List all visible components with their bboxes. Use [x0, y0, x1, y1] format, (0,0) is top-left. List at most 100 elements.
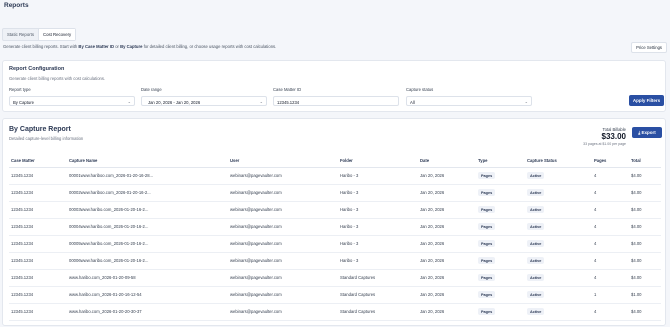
user-cell: webinars@pagevaulter.com: [228, 184, 338, 202]
pages-cell: 4: [592, 303, 629, 321]
table-row[interactable]: 12345.1234 00004www.haribo.com_2026-01-20…: [9, 218, 661, 236]
pages-cell: 4: [592, 218, 629, 236]
total-cell: $4.00: [629, 201, 661, 219]
capture-name-cell: www.haribo.com_2026-01-20-20-30-37: [67, 303, 228, 321]
case-matter-cell: 12345.1234: [9, 218, 67, 236]
column-header[interactable]: User: [228, 155, 338, 168]
date-cell: Jan 20, 2026: [418, 235, 476, 253]
case-matter-cell: 12345.1234: [9, 286, 67, 304]
report-type-label: Report type: [9, 87, 31, 92]
capture-name-cell: 00006www.haribo.com_2026-01-20-16-2...: [67, 252, 228, 270]
capture-status-cell: Active: [525, 184, 592, 202]
status-badge: Active: [527, 240, 545, 247]
type-cell: Pages: [476, 252, 525, 270]
subtitle-text-1: Generate client billing reports. Start w…: [3, 44, 79, 49]
tab-static-reports[interactable]: Static Reports: [3, 29, 38, 40]
folder-cell: Haribo - 3: [338, 218, 418, 236]
table-row[interactable]: 12345.1234 www.haribo.com_2026-01-20-09-5…: [9, 269, 661, 287]
capture-status-label: Capture status: [406, 87, 434, 92]
chevron-down-icon: ⌄: [127, 99, 131, 104]
table-row[interactable]: 12345.1234 00002www.hariboo.com_2026-01-2…: [9, 184, 661, 202]
user-cell: webinars@pagevaulter.com: [228, 269, 338, 287]
column-header[interactable]: Capture Name: [67, 155, 228, 168]
capture-status-cell: Active: [525, 167, 592, 185]
column-header[interactable]: Case Matter: [9, 155, 67, 168]
case-matter-cell: 12345.1234: [9, 184, 67, 202]
case-matter-cell: 12345.1234: [9, 167, 67, 185]
status-badge: Active: [527, 223, 545, 230]
table-row[interactable]: 12345.1234 00003www.haribo.com_2026-01-20…: [9, 201, 661, 219]
column-header[interactable]: Capture Status: [525, 155, 592, 168]
report-type-select[interactable]: By Capture ⌄: [9, 96, 135, 106]
date-range-field[interactable]: Jan 20, 2026 - Jan 20, 2026 ⌄: [141, 96, 267, 106]
pages-cell: 4: [592, 184, 629, 202]
subtitle-bold-1: By Case Matter ID: [78, 44, 115, 49]
table-row[interactable]: 12345.1234 00001www.hariboo.com_2026-01-2…: [9, 167, 661, 185]
type-cell: Pages: [476, 286, 525, 304]
case-matter-cell: 12345.1234: [9, 303, 67, 321]
type-cell: Pages: [476, 269, 525, 287]
user-cell: webinars@pagevaulter.com: [228, 167, 338, 185]
status-badge: Active: [527, 172, 545, 179]
type-badge: Pages: [478, 274, 496, 281]
type-cell: Pages: [476, 167, 525, 185]
type-cell: Pages: [476, 303, 525, 321]
capture-table: Case Matter Capture Name User Folder Dat…: [9, 155, 661, 321]
total-cell: $4.00: [629, 167, 661, 185]
pages-cell: 1: [592, 286, 629, 304]
total-cell: $4.00: [629, 235, 661, 253]
date-cell: Jan 20, 2026: [418, 184, 476, 202]
date-cell: Jan 20, 2026: [418, 286, 476, 304]
case-matter-cell: 12345.1234: [9, 235, 67, 253]
subtitle-text-3: for detailed client billing, or choose u…: [142, 44, 277, 49]
capture-status-cell: Active: [525, 269, 592, 287]
user-cell: webinars@pagevaulter.com: [228, 286, 338, 304]
user-cell: webinars@pagevaulter.com: [228, 201, 338, 219]
case-matter-id-input[interactable]: 12345.1234: [273, 96, 399, 106]
tab-cost-recovery[interactable]: Cost Recovery: [38, 29, 76, 40]
capture-name-cell: 00005www.haribo.com_2026-01-20-16-2...: [67, 235, 228, 253]
folder-cell: Standard Captures: [338, 269, 418, 287]
date-cell: Jan 20, 2026: [418, 269, 476, 287]
export-button[interactable]: ⤓ Export: [632, 127, 662, 138]
subtitle-bold-2: By Capture: [120, 44, 143, 49]
capture-status-select[interactable]: All ⌄: [406, 96, 532, 106]
capture-status-cell: Active: [525, 201, 592, 219]
column-header[interactable]: Total: [629, 155, 661, 168]
column-header[interactable]: Type: [476, 155, 525, 168]
report-tabs: Static Reports Cost Recovery: [2, 28, 77, 41]
table-row[interactable]: 12345.1234 00006www.haribo.com_2026-01-20…: [9, 252, 661, 270]
pages-cell: 4: [592, 167, 629, 185]
price-settings-button[interactable]: Price Settings: [631, 42, 667, 53]
table-row[interactable]: 12345.1234 www.haribo.com_2026-01-20-16-1…: [9, 286, 661, 304]
user-cell: webinars@pagevaulter.com: [228, 303, 338, 321]
column-header[interactable]: Date: [418, 155, 476, 168]
total-billable-subtext: 33 pages at $1.00 per page: [583, 142, 626, 146]
capture-status-cell: Active: [525, 303, 592, 321]
report-description: Detailed capture-level billing informati…: [9, 136, 84, 141]
column-header[interactable]: Folder: [338, 155, 418, 168]
capture-name-cell: www.haribo.com_2026-01-20-16-12-54: [67, 286, 228, 304]
report-title: By Capture Report: [9, 126, 71, 133]
status-badge: Active: [527, 189, 545, 196]
chevron-down-icon: ⌄: [259, 99, 263, 104]
capture-name-cell: 00003www.haribo.com_2026-01-20-16-2...: [67, 201, 228, 219]
status-badge: Active: [527, 274, 545, 281]
capture-status-value: All: [410, 99, 415, 105]
apply-filters-button[interactable]: Apply Filters: [629, 95, 664, 106]
table-row[interactable]: 12345.1234 www.haribo.com_2026-01-20-20-3…: [9, 303, 661, 321]
total-cell: $4.00: [629, 269, 661, 287]
folder-cell: Haribo - 3: [338, 235, 418, 253]
case-matter-cell: 12345.1234: [9, 269, 67, 287]
capture-name-cell: 00004www.haribo.com_2026-01-20-16-2...: [67, 218, 228, 236]
table-row[interactable]: 12345.1234 00005www.haribo.com_2026-01-20…: [9, 235, 661, 253]
type-badge: Pages: [478, 206, 496, 213]
column-header[interactable]: Pages: [592, 155, 629, 168]
config-description: Generate client billing reports with cos…: [9, 76, 106, 81]
total-cell: $4.00: [629, 184, 661, 202]
total-billable-amount: $33.00: [601, 132, 626, 141]
capture-name-cell: www.haribo.com_2026-01-20-09-58: [67, 269, 228, 287]
status-badge: Active: [527, 308, 545, 315]
table-header-row: Case Matter Capture Name User Folder Dat…: [9, 155, 661, 168]
type-badge: Pages: [478, 257, 496, 264]
